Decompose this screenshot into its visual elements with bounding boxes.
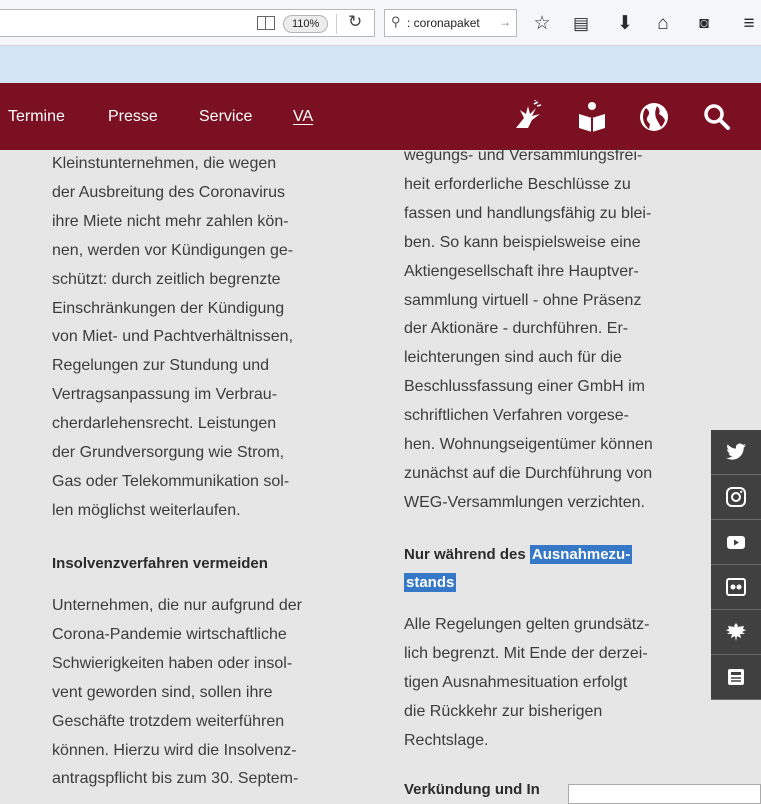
reader-view-icon[interactable]	[257, 16, 275, 30]
flickr-icon	[726, 578, 746, 596]
text-line: schriftlichen Verfahren vorgese-	[404, 407, 629, 425]
highlighted-text[interactable]: Ausnahmezu-	[529, 545, 633, 564]
text-line: fassen und handlungsfähig zu blei-	[404, 204, 652, 222]
text-line: nen, werden vor Kündigungen ge-	[52, 241, 294, 259]
text-line: Rechtslage.	[404, 731, 489, 749]
go-arrow-icon[interactable]: →	[499, 15, 511, 29]
text-line: Aktiengesellschaft ihre Hauptver-	[404, 262, 639, 280]
menu-icon[interactable]: ≡	[738, 13, 760, 35]
text-line: Regelungen zur Stundung und	[52, 357, 270, 375]
text-line: WEG-Versammlungen verzichten.	[404, 493, 645, 511]
text-line: wegungs- und Versammlungsfrei-	[404, 147, 643, 164]
eagle-icon	[726, 623, 746, 641]
library-icon[interactable]: ▤	[570, 13, 592, 35]
right-heading-3: Verkündung und In	[404, 781, 540, 798]
text-line: vent geworden sind, sollen ihre	[52, 683, 273, 701]
text-line: können. Hierzu wird die Insolvenz-	[52, 741, 297, 759]
home-icon[interactable]: ⌂	[652, 13, 674, 35]
bookmarks-bar	[0, 46, 761, 83]
instagram-button[interactable]	[711, 475, 761, 520]
zoom-level[interactable]: 110%	[283, 15, 329, 33]
youtube-icon	[727, 536, 745, 549]
reload-icon[interactable]: ↻	[348, 12, 362, 32]
text-line: ben. So kann beispielsweise eine	[404, 233, 641, 251]
text-line: Schwierigkeiten haben oder insol-	[52, 654, 293, 672]
text-line: schützt: durch zeitlich begrenzte	[52, 270, 281, 288]
text-line: Vertragsanpassung im Verbrau-	[52, 386, 278, 404]
text-line: antragspflicht bis zum 30. Septem-	[52, 770, 299, 788]
text-line: lich begrenzt. Mit Ende der derzei-	[404, 644, 648, 662]
left-paragraph-2: Unternehmen, die nur aufgrund der Corona…	[52, 592, 302, 794]
nav-termine[interactable]: Termine	[8, 108, 65, 126]
twitter-button[interactable]	[711, 430, 761, 475]
text-line: len möglichst weiterlaufen.	[52, 501, 241, 519]
twitter-icon	[726, 443, 746, 460]
instagram-icon	[726, 487, 746, 507]
newsletter-button[interactable]	[711, 655, 761, 700]
separator	[336, 14, 337, 34]
text-line: Alle Regelungen gelten grundsätz-	[404, 616, 650, 633]
sign-language-icon[interactable]	[510, 100, 544, 134]
magnifier-icon: ⚲	[391, 14, 401, 29]
text-line: der Grundversorgung wie Strom,	[52, 444, 285, 462]
globe-icon[interactable]	[637, 100, 671, 134]
pocket-icon[interactable]: ◙	[693, 13, 715, 35]
text-line: hen. Wohnungseigentümer können	[404, 436, 653, 454]
download-icon[interactable]: ⬇	[614, 13, 636, 35]
text-line: Unternehmen, die nur aufgrund der	[52, 597, 302, 614]
easy-language-icon[interactable]	[575, 100, 609, 134]
text-line: Corona-Pandemie wirtschaftliche	[52, 625, 287, 643]
right-paragraph-2: Alle Regelungen gelten grundsätz- lich b…	[404, 611, 650, 756]
eagle-button[interactable]	[711, 610, 761, 655]
nav-va[interactable]: VA	[293, 108, 313, 126]
text-line: Kleinstunternehmen, die wegen	[52, 155, 277, 172]
url-bar[interactable]: 110% ↻	[0, 9, 375, 37]
heading-text: Nur während des	[404, 546, 530, 563]
bookmark-star-icon[interactable]: ☆	[531, 13, 553, 35]
text-line: cherdarlehensrecht. Leistungen	[52, 415, 277, 433]
text-line: heit erforderliche Beschlüsse zu	[404, 175, 631, 193]
nav-presse[interactable]: Presse	[108, 108, 158, 126]
text-line: der Aktionäre - durchführen. Er-	[404, 320, 629, 338]
text-line: die Rückkehr zur bisherigen	[404, 702, 603, 720]
left-paragraph-1: Kleinstunternehmen, die wegen der Ausbre…	[52, 150, 293, 526]
site-navbar: Termine Presse Service VA	[0, 83, 761, 150]
text-line: sammlung virtuell - ohne Präsenz	[404, 291, 642, 309]
search-bar[interactable]: ⚲ : coronapaket →	[384, 9, 517, 37]
highlighted-text[interactable]: stands	[404, 573, 457, 592]
social-sidebar	[711, 430, 761, 700]
newsletter-icon	[728, 669, 744, 685]
text-line: Beschlussfassung einer GmbH im	[404, 378, 645, 396]
text-line: zunächst auf die Durchführung von	[404, 464, 653, 482]
right-heading: Nur während des Ausnahmezu- stands	[404, 541, 633, 597]
search-icon[interactable]	[700, 100, 734, 134]
flickr-button[interactable]	[711, 565, 761, 610]
overlay-input[interactable]	[568, 784, 761, 804]
text-line: Einschränkungen der Kündigung	[52, 299, 285, 317]
text-line: Gas oder Telekommunikation sol-	[52, 472, 290, 490]
text-line: leichterungen sind auch für die	[404, 349, 622, 367]
text-line: der Ausbreitung des Coronavirus	[52, 183, 286, 201]
text-line: Geschäfte trotzdem weiterführen	[52, 712, 285, 730]
text-line: von Miet- und Pachtverhältnissen,	[52, 328, 294, 346]
youtube-button[interactable]	[711, 520, 761, 565]
browser-toolbar: 110% ↻ ⚲ : coronapaket → ☆ ▤ ⬇ ⌂ ◙ ≡	[0, 0, 761, 46]
search-query: : coronapaket	[407, 16, 480, 30]
right-paragraph-1: wegungs- und Versammlungsfrei- heit erfo…	[404, 142, 653, 518]
nav-service[interactable]: Service	[199, 108, 252, 126]
text-line: tigen Ausnahmesituation erfolgt	[404, 673, 628, 691]
text-line: ihre Miete nicht mehr zahlen kön-	[52, 212, 289, 230]
left-heading: Insolvenzverfahren vermeiden	[52, 555, 268, 572]
